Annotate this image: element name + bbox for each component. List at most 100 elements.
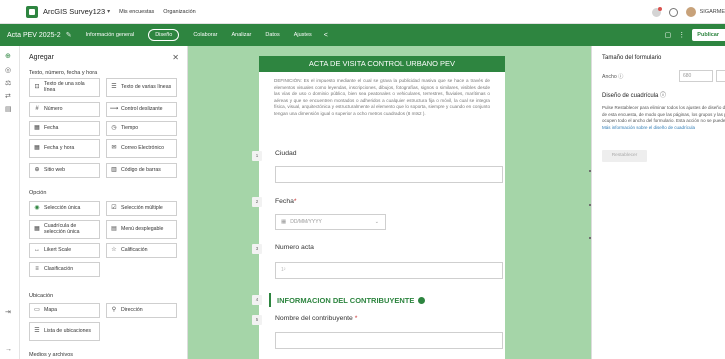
grid-layout-description: Pulse Restablecer para eliminar todos lo… bbox=[602, 105, 725, 130]
datetime-icon: ▦ bbox=[34, 145, 40, 152]
reset-button[interactable]: Restablecer bbox=[602, 150, 647, 162]
pencil-icon[interactable]: ✎ bbox=[66, 31, 72, 39]
user-name[interactable]: SIGARME bbox=[700, 9, 725, 15]
chevron-down-icon[interactable]: ▾ bbox=[107, 8, 110, 15]
add-location-list[interactable]: ☰ Lista de ubicaciones bbox=[29, 322, 100, 341]
add-ranking[interactable]: ≡ Clasificación bbox=[29, 262, 100, 277]
calendar-icon: ▦ bbox=[34, 125, 40, 132]
add-dropdown[interactable]: ▤ Menú desplegable bbox=[106, 220, 177, 239]
top-app-bar: ArcGIS Survey123 ▾ Mis encuestas Organiz… bbox=[0, 0, 725, 24]
add-address[interactable]: ⚲ Dirección bbox=[106, 303, 177, 318]
form-preview: ACTA DE VISITA CONTROL URBANO PEV DEFINI… bbox=[252, 56, 505, 359]
layers-icon[interactable]: ▤ bbox=[5, 105, 12, 113]
location-list-icon: ☰ bbox=[34, 328, 40, 335]
share-icon[interactable]: < bbox=[324, 32, 328, 39]
section-media: Medios y archivos bbox=[29, 352, 74, 358]
grid-icon: ▦ bbox=[34, 226, 40, 233]
appearance-icon[interactable]: ◎ bbox=[5, 66, 11, 74]
add-single-choice-grid[interactable]: ▦ Cuadrícula de selección única bbox=[29, 220, 100, 239]
width-unit-input[interactable] bbox=[716, 70, 725, 82]
grid-layout-title: Diseño de cuadrícula ⓘ bbox=[602, 93, 667, 99]
nombre-contribuyente-input[interactable] bbox=[275, 332, 503, 349]
nav-my-surveys[interactable]: Mis encuestas bbox=[119, 9, 154, 15]
add-likert[interactable]: ↔ Likert Scale bbox=[29, 243, 100, 258]
form-description[interactable]: DEFINICIÓN: Es el impuesto mediante el c… bbox=[259, 72, 505, 150]
calendar-icon: ▦ bbox=[281, 219, 287, 225]
nav-organization[interactable]: Organización bbox=[163, 9, 195, 15]
question-number: 4 bbox=[252, 295, 262, 305]
preview-icon[interactable]: ▢ bbox=[665, 31, 672, 39]
avatar[interactable] bbox=[685, 7, 696, 17]
form-canvas: ACTA DE VISITA CONTROL URBANO PEV DEFINI… bbox=[188, 46, 591, 359]
question-title-nombre-contribuyente[interactable]: Nombre del contribuyente * bbox=[275, 315, 357, 322]
add-multiline-text[interactable]: ☰ Texto de varias líneas bbox=[106, 78, 177, 97]
group-header-contribuyente[interactable]: INFORMACION DEL CONTRIBUYENTE bbox=[269, 293, 505, 307]
section-choice: Opción bbox=[29, 190, 47, 196]
left-rail: ⊕ ◎ ⚖ ⇄ ▤ ⇥ → bbox=[0, 46, 20, 359]
question-number: 1 bbox=[252, 151, 262, 161]
rules-icon[interactable]: ⚖ bbox=[5, 79, 11, 87]
language-icon[interactable]: ⇄ bbox=[5, 92, 11, 100]
add-slider[interactable]: ⟿ Control deslizante bbox=[106, 102, 177, 117]
add-rating[interactable]: ☆ Calificación bbox=[106, 243, 177, 258]
tab-data[interactable]: Datos bbox=[265, 32, 279, 38]
add-question-icon[interactable]: ⊕ bbox=[5, 52, 11, 60]
palette-title: Agregar bbox=[29, 54, 54, 61]
tab-collaborate[interactable]: Colaborar bbox=[193, 32, 217, 38]
text-line-icon: ⊡ bbox=[34, 84, 40, 91]
question-title-numero-acta[interactable]: Numero acta bbox=[275, 244, 314, 251]
collapse-icon[interactable]: ⇥ bbox=[5, 308, 11, 316]
help-icon[interactable] bbox=[668, 7, 678, 17]
tab-analyze[interactable]: Analizar bbox=[231, 32, 251, 38]
survey-toolbar: Acta PEV 2025-2 ✎ Información general Di… bbox=[0, 24, 725, 46]
width-input[interactable]: 680 bbox=[679, 70, 713, 82]
numero-acta-input[interactable]: 1² bbox=[275, 262, 503, 279]
app-title[interactable]: ArcGIS Survey123 bbox=[43, 7, 105, 16]
slider-icon: ⟿ bbox=[109, 106, 119, 113]
chevron-down-icon: ⌄ bbox=[374, 219, 379, 225]
star-icon: ☆ bbox=[111, 247, 117, 254]
add-multiple-choice[interactable]: ☑ Selección múltiple bbox=[106, 201, 177, 216]
email-icon: ✉ bbox=[111, 145, 117, 152]
add-barcode[interactable]: ▥ Código de barras bbox=[106, 163, 177, 178]
publish-button[interactable]: Publicar bbox=[692, 29, 725, 41]
add-map[interactable]: ▭ Mapa bbox=[29, 303, 100, 318]
add-single-choice[interactable]: ◉ Selección única bbox=[29, 201, 100, 216]
form-header[interactable]: ACTA DE VISITA CONTROL URBANO PEV bbox=[259, 56, 505, 72]
radio-icon: ◉ bbox=[34, 205, 40, 212]
add-date[interactable]: ▦ Fecha bbox=[29, 121, 100, 136]
question-palette: Agregar ✕ Texto, número, fecha y hora ⊡ T… bbox=[20, 46, 188, 359]
group-expand-icon[interactable] bbox=[418, 296, 426, 304]
date-input[interactable]: ▦ DD/MM/YYYY ⌄ bbox=[275, 214, 386, 230]
number-icon: # bbox=[35, 106, 39, 113]
likert-icon: ↔ bbox=[34, 247, 40, 254]
more-icon[interactable]: ⋮ bbox=[678, 31, 685, 39]
add-single-line-text[interactable]: ⊡ Texto de una sola línea bbox=[29, 78, 100, 97]
clock-icon: ◷ bbox=[111, 125, 117, 132]
question-number: 2 bbox=[252, 197, 262, 207]
width-label: Ancho ⓘ bbox=[602, 74, 624, 80]
ciudad-input[interactable] bbox=[275, 166, 503, 183]
map-icon: ▭ bbox=[34, 307, 40, 314]
grid-layout-link[interactable]: Más información sobre el diseño de cuadr… bbox=[602, 125, 695, 130]
question-title-ciudad[interactable]: Ciudad bbox=[275, 150, 297, 157]
notifications-icon[interactable] bbox=[651, 6, 662, 17]
question-title-fecha[interactable]: Fecha* bbox=[275, 198, 297, 205]
pin-icon: ⚲ bbox=[111, 307, 117, 314]
tab-settings[interactable]: Ajustes bbox=[294, 32, 312, 38]
add-email[interactable]: ✉ Correo Electrónico bbox=[106, 139, 177, 158]
add-website[interactable]: ⊕ Sitio web bbox=[29, 163, 100, 178]
dropdown-icon: ▤ bbox=[111, 226, 117, 233]
add-number[interactable]: # Número bbox=[29, 102, 100, 117]
tab-overview[interactable]: Información general bbox=[86, 32, 135, 38]
info-icon[interactable]: → bbox=[5, 346, 12, 353]
add-datetime[interactable]: ▦ Fecha y hora bbox=[29, 139, 100, 158]
info-icon[interactable]: ⓘ bbox=[618, 74, 623, 80]
question-number: 5 bbox=[252, 315, 262, 325]
info-icon[interactable]: ⓘ bbox=[660, 93, 666, 99]
ranking-icon: ≡ bbox=[35, 266, 39, 273]
barcode-icon: ▥ bbox=[111, 167, 117, 174]
add-time[interactable]: ◷ Tiempo bbox=[106, 121, 177, 136]
close-icon[interactable]: ✕ bbox=[172, 53, 179, 62]
tab-design[interactable]: Diseño bbox=[148, 29, 180, 41]
